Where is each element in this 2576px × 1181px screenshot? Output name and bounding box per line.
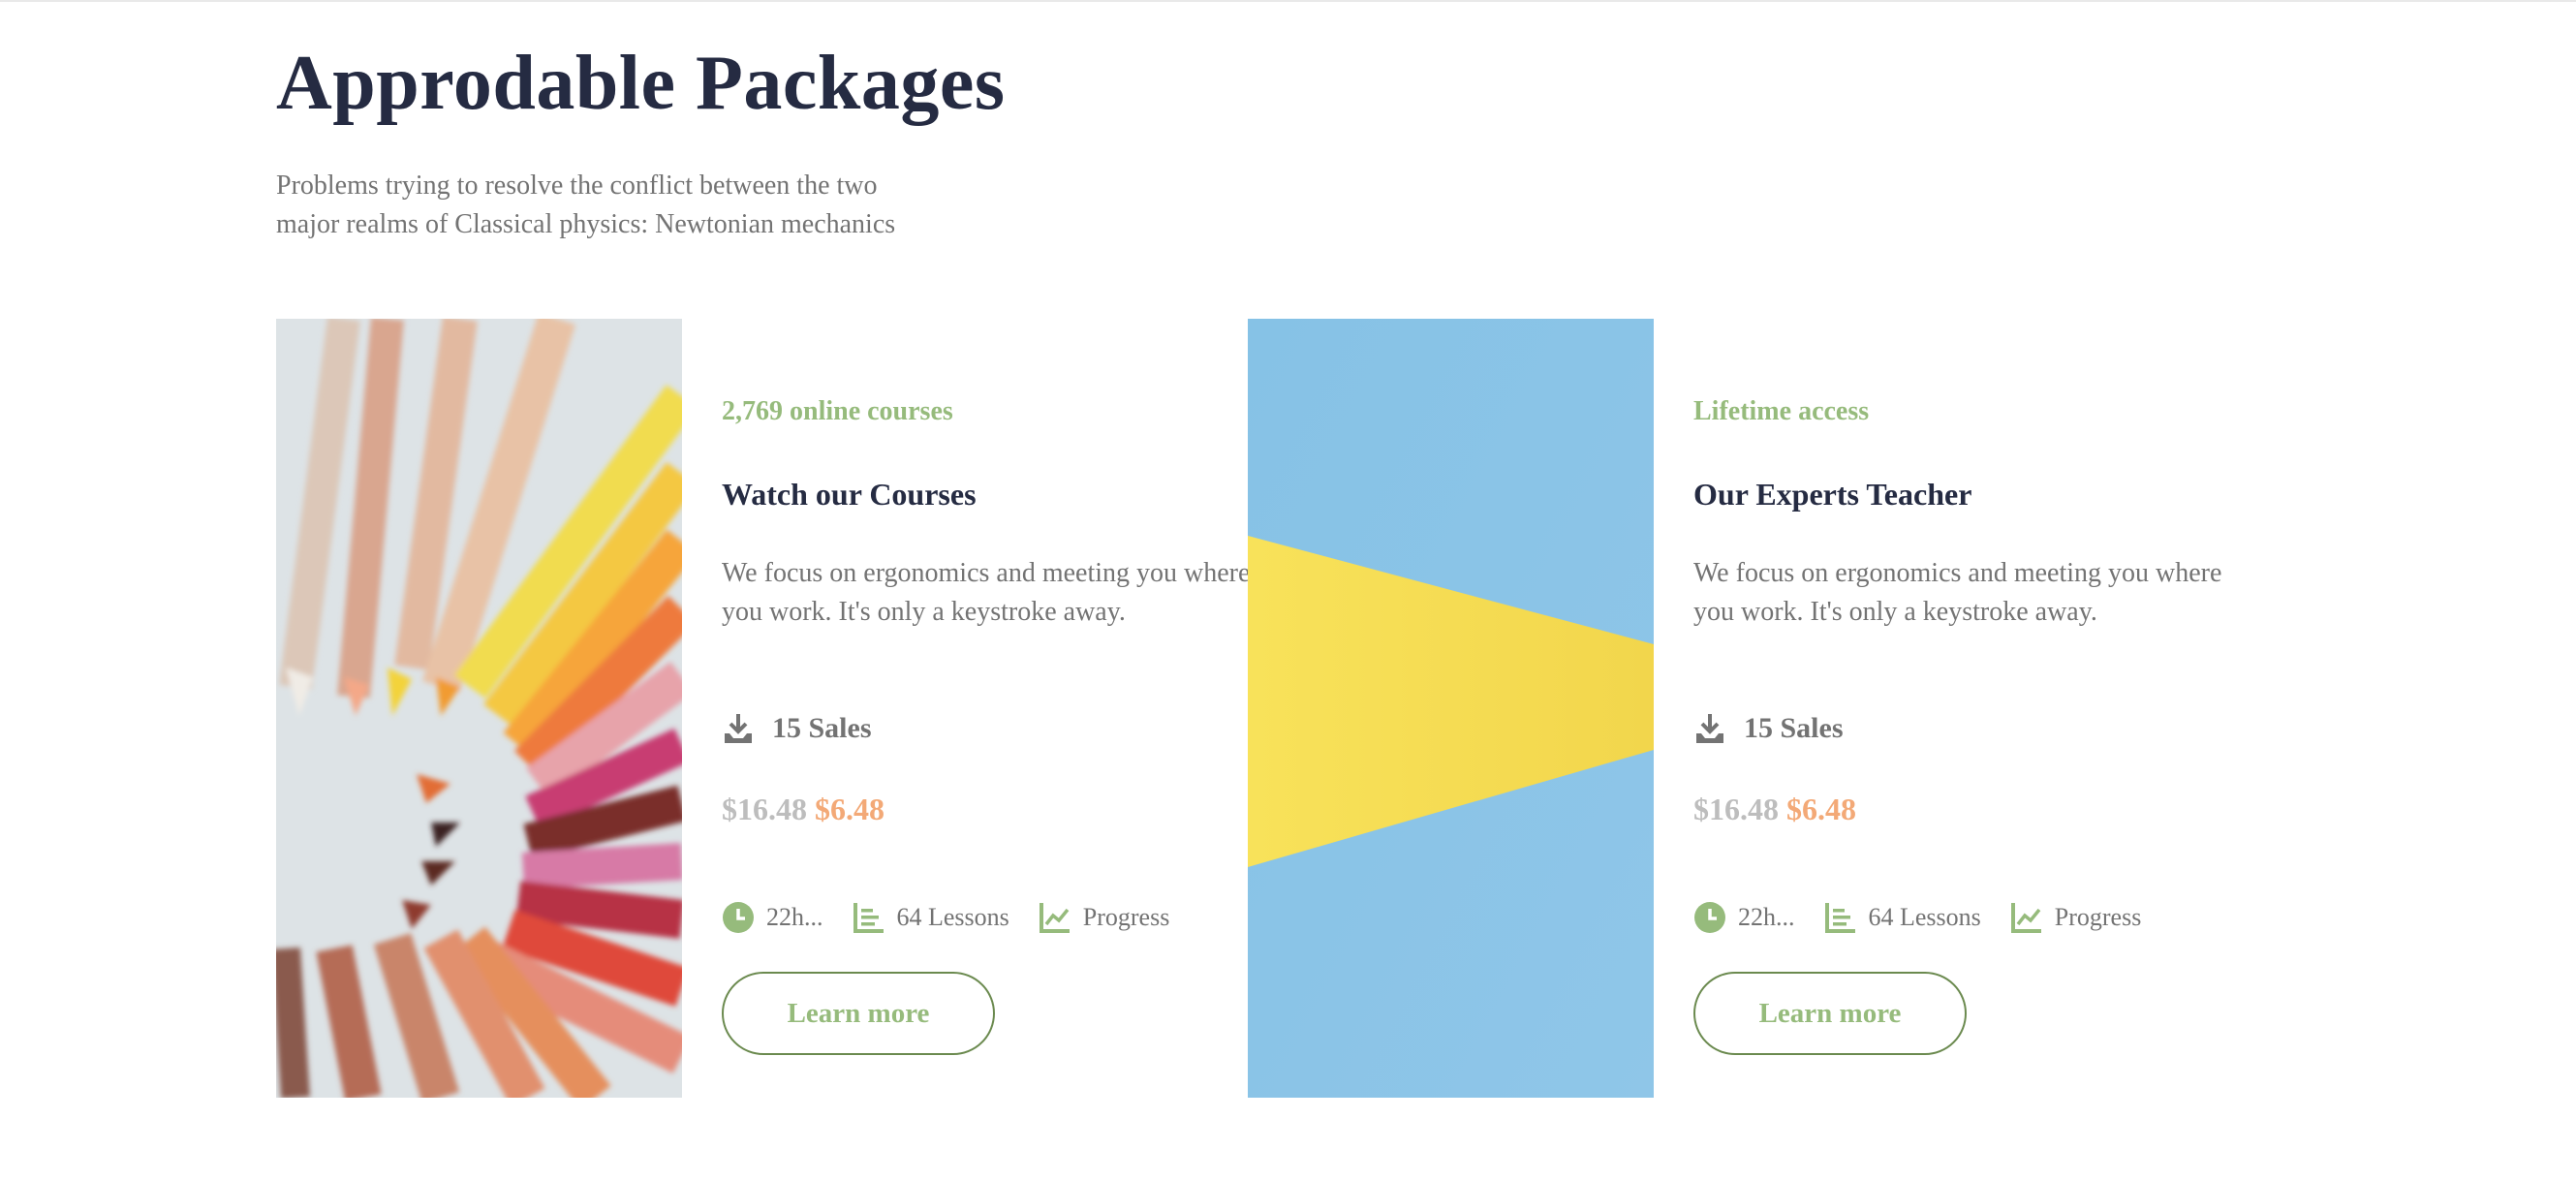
progress-chart-icon <box>2010 901 2043 934</box>
meta-duration: 22h... <box>722 901 823 934</box>
card-body: 2,769 online courses Watch our Courses W… <box>722 319 1264 1098</box>
sales-info: 15 Sales <box>1693 709 1844 748</box>
learn-more-button[interactable]: Learn more <box>1693 972 1967 1055</box>
price-old: $16.48 <box>722 792 807 826</box>
course-meta: 22h... 64 Lessons Progress <box>1693 899 2170 936</box>
download-icon <box>1693 712 1726 745</box>
sales-count: 15 Sales <box>772 712 872 744</box>
top-divider <box>0 0 2576 2</box>
card-description: We focus on ergonomics and meeting you w… <box>722 558 1251 627</box>
clock-icon <box>722 901 755 934</box>
card-tag: Lifetime access <box>1693 396 1870 426</box>
card-image-pencils <box>276 319 682 1098</box>
package-card: 2,769 online courses Watch our Courses W… <box>276 319 1264 1098</box>
page-subtitle: Problems trying to resolve the conflict … <box>276 171 896 239</box>
lessons-icon <box>853 901 885 934</box>
meta-lessons: 64 Lessons <box>853 901 1009 934</box>
lessons-icon <box>1824 901 1857 934</box>
sales-count: 15 Sales <box>1744 712 1844 744</box>
download-icon <box>722 712 755 745</box>
package-card: Lifetime access Our Experts Teacher We f… <box>1248 319 2236 1098</box>
lessons-text: 64 Lessons <box>1868 903 1981 931</box>
price: $16.48 $6.48 <box>1693 792 1856 827</box>
card-body: Lifetime access Our Experts Teacher We f… <box>1693 319 2236 1098</box>
learn-more-button[interactable]: Learn more <box>722 972 995 1055</box>
course-meta: 22h... 64 Lessons Progress <box>722 899 1198 936</box>
card-tag: 2,769 online courses <box>722 396 953 426</box>
price-new: $6.48 <box>815 792 885 826</box>
card-title: Watch our Courses <box>722 477 977 512</box>
duration-text: 22h... <box>1738 903 1795 931</box>
clock-icon <box>1693 901 1726 934</box>
progress-text: Progress <box>1082 903 1170 931</box>
progress-text: Progress <box>2054 903 2142 931</box>
price-old: $16.48 <box>1693 792 1779 826</box>
duration-text: 22h... <box>766 903 823 931</box>
card-description: We focus on ergonomics and meeting you w… <box>1693 558 2222 627</box>
lessons-text: 64 Lessons <box>896 903 1009 931</box>
sales-info: 15 Sales <box>722 709 872 748</box>
meta-progress: Progress <box>1039 901 1170 934</box>
meta-progress: Progress <box>2010 901 2142 934</box>
price-new: $6.48 <box>1786 792 1856 826</box>
meta-duration: 22h... <box>1693 901 1795 934</box>
page-title: Approdable Packages <box>276 41 1006 126</box>
meta-lessons: 64 Lessons <box>1824 901 1981 934</box>
card-image-yellow-shape <box>1248 319 1654 1098</box>
card-title: Our Experts Teacher <box>1693 477 1972 512</box>
price: $16.48 $6.48 <box>722 792 885 827</box>
progress-chart-icon <box>1039 901 1071 934</box>
